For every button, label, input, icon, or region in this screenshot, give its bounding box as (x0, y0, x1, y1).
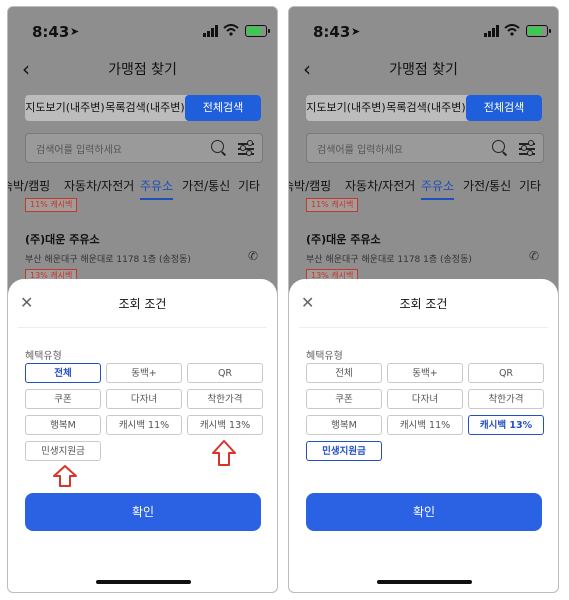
status-bar: 8:43 ➤ (289, 21, 558, 41)
nav-bar: ‹ 가맹점 찾기 (8, 57, 277, 81)
chip-cashback-13[interactable]: 캐시백 13% (187, 415, 263, 435)
signal-icon (203, 25, 219, 37)
cashback-tag: 11% 캐시백 (306, 198, 359, 212)
category-electronics[interactable]: 가전/통신 (463, 177, 511, 194)
chip-happy-m[interactable]: 행복M (25, 415, 101, 435)
phone-icon[interactable]: ✆ (248, 249, 258, 263)
tab-list-search[interactable]: 목록검색(내주변) (105, 95, 185, 121)
tab-map-view[interactable]: 지도보기(내주변) (25, 95, 105, 121)
benefit-type-label: 혜택유형 (25, 351, 62, 362)
status-time: 8:43 (32, 23, 70, 41)
tab-all-search[interactable]: 전체검색 (185, 95, 261, 121)
status-bar: 8:43 ➤ (8, 21, 277, 41)
store-address: 부산 해운대구 해운대로 1178 1층 (송정동) (25, 255, 191, 265)
chip-cashback-11[interactable]: 캐시백 11% (387, 415, 463, 435)
nav-bar: ‹ 가맹점 찾기 (289, 57, 558, 81)
location-icon: ➤ (70, 25, 80, 38)
chip-all[interactable]: 전체 (25, 363, 101, 383)
wifi-icon (504, 24, 520, 36)
search-input[interactable]: 검색어를 입력하세요 (306, 133, 544, 163)
page-title: 가맹점 찾기 (108, 62, 177, 78)
chip-coupon[interactable]: 쿠폰 (306, 389, 382, 409)
chip-livelihood-support[interactable]: 민생지원금 (25, 441, 101, 461)
store-name[interactable]: (주)대운 주유소 (306, 231, 381, 247)
wifi-icon (223, 24, 239, 36)
view-tab-bar: 지도보기(내주변) 목록검색(내주변) 전체검색 (25, 95, 261, 121)
background-page: 8:43 ➤ ‹ 가맹점 찾기 지도보기(내주변) 목록검색(내주변) 전체검색… (8, 7, 277, 307)
search-placeholder: 검색어를 입력하세요 (317, 145, 403, 156)
view-tab-bar: 지도보기(내주변) 목록검색(내주변) 전체검색 (306, 95, 542, 121)
chip-qr[interactable]: QR (468, 363, 544, 383)
filter-sheet: ✕ 조회 조건 혜택유형 전체 동백+ QR 쿠폰 다자녀 착한가격 행복M 캐… (289, 279, 558, 592)
battery-icon (526, 25, 551, 37)
search-placeholder: 검색어를 입력하세요 (36, 145, 122, 156)
category-auto[interactable]: 자동차/자전거 (64, 177, 134, 194)
confirm-button[interactable]: 확인 (306, 493, 542, 531)
status-time: 8:43 (313, 23, 351, 41)
search-input[interactable]: 검색어를 입력하세요 (25, 133, 263, 163)
filter-icon[interactable] (238, 140, 254, 156)
benefit-type-label: 혜택유형 (306, 351, 343, 362)
chip-qr[interactable]: QR (187, 363, 263, 383)
search-icon[interactable] (211, 140, 224, 153)
divider (299, 327, 548, 328)
category-lodging[interactable]: 숙박/캠핑 (289, 177, 331, 194)
chip-happy-m[interactable]: 행복M (306, 415, 382, 435)
chip-livelihood-support[interactable]: 민생지원금 (306, 441, 382, 461)
category-auto[interactable]: 자동차/자전거 (345, 177, 415, 194)
chip-multi-child[interactable]: 다자녀 (387, 389, 463, 409)
category-etc[interactable]: 기타 (519, 177, 541, 194)
home-indicator (96, 580, 191, 584)
category-gas-station[interactable]: 주유소 (140, 177, 174, 200)
category-lodging[interactable]: 숙박/캠핑 (8, 177, 50, 194)
category-electronics[interactable]: 가전/통신 (182, 177, 230, 194)
chip-good-price[interactable]: 착한가격 (187, 389, 263, 409)
tab-list-search[interactable]: 목록검색(내주변) (386, 95, 466, 121)
search-icon[interactable] (492, 140, 505, 153)
phone-icon[interactable]: ✆ (529, 249, 539, 263)
sheet-title: 조회 조건 (118, 297, 167, 311)
annotation-arrow-icon (53, 465, 77, 487)
cashback-tag: 11% 캐시백 (25, 198, 78, 212)
page-title: 가맹점 찾기 (389, 62, 458, 78)
chip-all[interactable]: 전체 (306, 363, 382, 383)
home-indicator (377, 580, 472, 584)
category-gas-station[interactable]: 주유소 (421, 177, 455, 200)
signal-icon (484, 25, 500, 37)
category-etc[interactable]: 기타 (238, 177, 260, 194)
tab-all-search[interactable]: 전체검색 (466, 95, 542, 121)
store-address: 부산 해운대구 해운대로 1178 1층 (송정동) (306, 255, 472, 265)
battery-icon (245, 25, 270, 37)
filter-sheet: ✕ 조회 조건 혜택유형 전체 동백+ QR 쿠폰 다자녀 착한가격 행복M 캐… (8, 279, 277, 592)
phone-screen-left: 8:43 ➤ ‹ 가맹점 찾기 지도보기(내주변) 목록검색(내주변) 전체검색… (7, 6, 278, 593)
chip-dongbaek-plus[interactable]: 동백+ (387, 363, 463, 383)
chip-cashback-11[interactable]: 캐시백 11% (106, 415, 182, 435)
location-icon: ➤ (351, 25, 361, 38)
filter-icon[interactable] (519, 140, 535, 156)
phone-screen-right: 8:43 ➤ ‹ 가맹점 찾기 지도보기(내주변) 목록검색(내주변) 전체검색… (288, 6, 559, 593)
chip-dongbaek-plus[interactable]: 동백+ (106, 363, 182, 383)
store-name[interactable]: (주)대운 주유소 (25, 231, 100, 247)
tab-map-view[interactable]: 지도보기(내주변) (306, 95, 386, 121)
chip-coupon[interactable]: 쿠폰 (25, 389, 101, 409)
sheet-title: 조회 조건 (399, 297, 448, 311)
confirm-button[interactable]: 확인 (25, 493, 261, 531)
chip-good-price[interactable]: 착한가격 (468, 389, 544, 409)
background-page: 8:43 ➤ ‹ 가맹점 찾기 지도보기(내주변) 목록검색(내주변) 전체검색… (289, 7, 558, 307)
chip-cashback-13[interactable]: 캐시백 13% (468, 415, 544, 435)
annotation-arrow-icon (212, 440, 236, 466)
divider (18, 327, 267, 328)
chip-multi-child[interactable]: 다자녀 (106, 389, 182, 409)
